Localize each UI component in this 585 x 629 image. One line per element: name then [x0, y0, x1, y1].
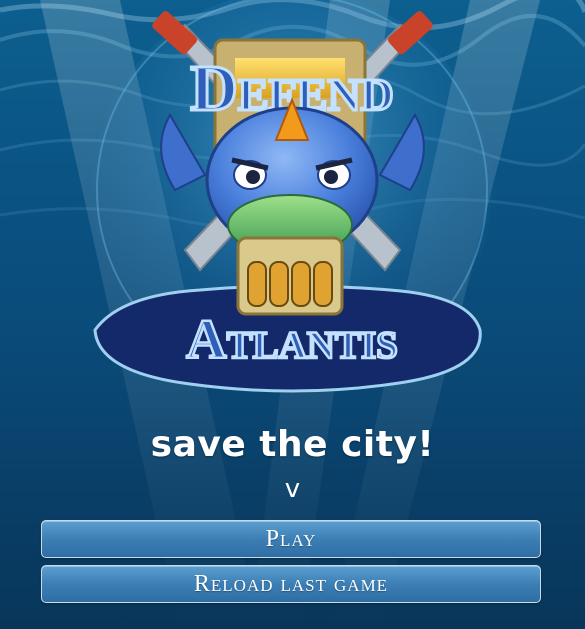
- reload-last-game-button[interactable]: Reload last game: [41, 565, 541, 603]
- tagline: save the city!: [150, 424, 435, 465]
- atlantis-city-icon: [227, 194, 353, 316]
- game-logo: Defend Atlantis: [92, 0, 492, 393]
- version-label: v: [284, 474, 301, 504]
- logo-title-bottom: Atlantis: [186, 309, 398, 371]
- play-button[interactable]: Play: [41, 520, 541, 558]
